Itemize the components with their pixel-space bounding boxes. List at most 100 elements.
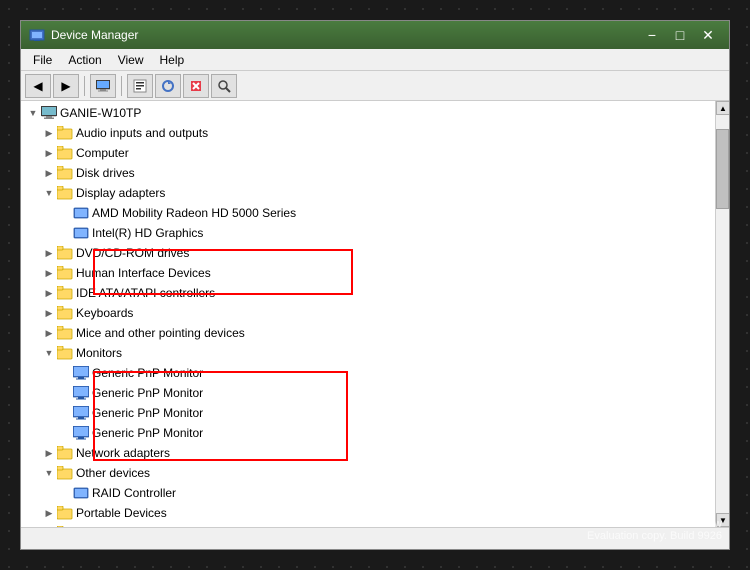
status-bar (21, 527, 729, 549)
tree-item-other[interactable]: ▼ Other devices (21, 463, 715, 483)
amd-device-icon (73, 205, 89, 221)
window-icon (29, 27, 45, 43)
scroll-up-arrow[interactable]: ▲ (716, 101, 729, 115)
expand-icon-audio: ▶ (41, 125, 57, 141)
close-button[interactable]: ✕ (695, 25, 721, 45)
vertical-scrollbar[interactable]: ▲ ▼ (715, 101, 729, 527)
device-manager-window: Device Manager − □ ✕ File Action View He… (20, 20, 730, 550)
computer-folder-icon (57, 145, 73, 161)
tree-item-hid[interactable]: ▶ Human Interface Devices (21, 263, 715, 283)
window-controls: − □ ✕ (639, 25, 721, 45)
tree-item-mice[interactable]: ▶ Mice and other pointing devices (21, 323, 715, 343)
maximize-button[interactable]: □ (667, 25, 693, 45)
menu-bar: File Action View Help (21, 49, 729, 71)
toolbar-separator-2 (121, 76, 122, 96)
tree-label-monitor1: Generic PnP Monitor (92, 366, 203, 380)
minimize-button[interactable]: − (639, 25, 665, 45)
tree-label-dvd: DVD/CD-ROM drives (76, 246, 189, 260)
ide-folder-icon (57, 285, 73, 301)
monitors-folder-icon (57, 345, 73, 361)
expand-icon-root: ▼ (25, 105, 41, 121)
tree-item-amd[interactable]: ▶ AMD Mobility Radeon HD 5000 Series (21, 203, 715, 223)
display-folder-icon (57, 185, 73, 201)
monitor2-icon (73, 385, 89, 401)
tree-item-display[interactable]: ▼ Display adapters (21, 183, 715, 203)
tree-item-monitor3[interactable]: ▶ Generic PnP Monitor (21, 403, 715, 423)
monitor1-icon (73, 365, 89, 381)
menu-action[interactable]: Action (60, 51, 109, 69)
tree-label-portable: Portable Devices (76, 506, 167, 520)
network-folder-icon (57, 445, 73, 461)
tree-item-dvd[interactable]: ▶ DVD/CD-ROM drives (21, 243, 715, 263)
tree-label-root: GANIE-W10TP (60, 106, 141, 120)
tree-item-print[interactable]: ▶ Print queues (21, 523, 715, 527)
expand-icon-monitors: ▼ (41, 345, 57, 361)
expand-icon-ide: ▶ (41, 285, 57, 301)
monitor3-icon (73, 405, 89, 421)
tree-item-network[interactable]: ▶ Network adapters (21, 443, 715, 463)
toolbar-forward[interactable]: ▶ (53, 74, 79, 98)
tree-item-raid[interactable]: ▶ RAID Controller (21, 483, 715, 503)
expand-icon-dvd: ▶ (41, 245, 57, 261)
tree-label-mice: Mice and other pointing devices (76, 326, 245, 340)
toolbar-separator-1 (84, 76, 85, 96)
tree-label-audio: Audio inputs and outputs (76, 126, 208, 140)
tree-item-ide[interactable]: ▶ IDE ATA/ATAPI controllers (21, 283, 715, 303)
tree-label-print: Print queues (76, 526, 143, 527)
tree-label-hid: Human Interface Devices (76, 266, 211, 280)
tree-item-monitors[interactable]: ▼ Monitors (21, 343, 715, 363)
scrollbar-thumb[interactable] (716, 129, 729, 209)
other-folder-icon (57, 465, 73, 481)
toolbar-update[interactable] (155, 74, 181, 98)
expand-icon-keyboards: ▶ (41, 305, 57, 321)
toolbar-computer[interactable] (90, 74, 116, 98)
menu-view[interactable]: View (110, 51, 152, 69)
menu-help[interactable]: Help (152, 51, 193, 69)
dvd-folder-icon (57, 245, 73, 261)
tree-item-computer[interactable]: ▶ Computer (21, 143, 715, 163)
audio-folder-icon (57, 125, 73, 141)
toolbar-scan[interactable] (211, 74, 237, 98)
tree-label-raid: RAID Controller (92, 486, 176, 500)
tree-label-computer: Computer (76, 146, 129, 160)
toolbar-uninstall[interactable] (183, 74, 209, 98)
expand-icon-disk: ▶ (41, 165, 57, 181)
tree-item-keyboards[interactable]: ▶ Keyboards (21, 303, 715, 323)
tree-label-network: Network adapters (76, 446, 170, 460)
expand-icon-print: ▶ (41, 525, 57, 527)
disk-folder-icon (57, 165, 73, 181)
title-bar: Device Manager − □ ✕ (21, 21, 729, 49)
toolbar-back[interactable]: ◀ (25, 74, 51, 98)
tree-item-monitor2[interactable]: ▶ Generic PnP Monitor (21, 383, 715, 403)
portable-folder-icon (57, 505, 73, 521)
expand-icon-mice: ▶ (41, 325, 57, 341)
print-folder-icon (57, 525, 73, 527)
computer-icon (41, 105, 57, 121)
expand-icon-other: ▼ (41, 465, 57, 481)
tree-label-other: Other devices (76, 466, 150, 480)
toolbar: ◀ ▶ (21, 71, 729, 101)
expand-icon-portable: ▶ (41, 505, 57, 521)
tree-item-disk[interactable]: ▶ Disk drives (21, 163, 715, 183)
tree-label-keyboards: Keyboards (76, 306, 133, 320)
keyboards-folder-icon (57, 305, 73, 321)
tree-label-amd: AMD Mobility Radeon HD 5000 Series (92, 206, 296, 220)
tree-item-audio[interactable]: ▶ Audio inputs and outputs (21, 123, 715, 143)
tree-item-portable[interactable]: ▶ Portable Devices (21, 503, 715, 523)
hid-folder-icon (57, 265, 73, 281)
expand-icon-hid: ▶ (41, 265, 57, 281)
tree-label-display: Display adapters (76, 186, 165, 200)
device-tree[interactable]: ▼ GANIE-W10TP ▶ (21, 101, 715, 527)
tree-item-root[interactable]: ▼ GANIE-W10TP (21, 103, 715, 123)
menu-file[interactable]: File (25, 51, 60, 69)
intel-device-icon (73, 225, 89, 241)
tree-label-disk: Disk drives (76, 166, 135, 180)
raid-device-icon (73, 485, 89, 501)
tree-item-monitor4[interactable]: ▶ Generic PnP Monitor (21, 423, 715, 443)
toolbar-properties[interactable] (127, 74, 153, 98)
tree-item-intel[interactable]: ▶ Intel(R) HD Graphics (21, 223, 715, 243)
tree-item-monitor1[interactable]: ▶ Generic PnP Monitor (21, 363, 715, 383)
scroll-down-arrow[interactable]: ▼ (716, 513, 729, 527)
mice-folder-icon (57, 325, 73, 341)
expand-icon-network: ▶ (41, 445, 57, 461)
